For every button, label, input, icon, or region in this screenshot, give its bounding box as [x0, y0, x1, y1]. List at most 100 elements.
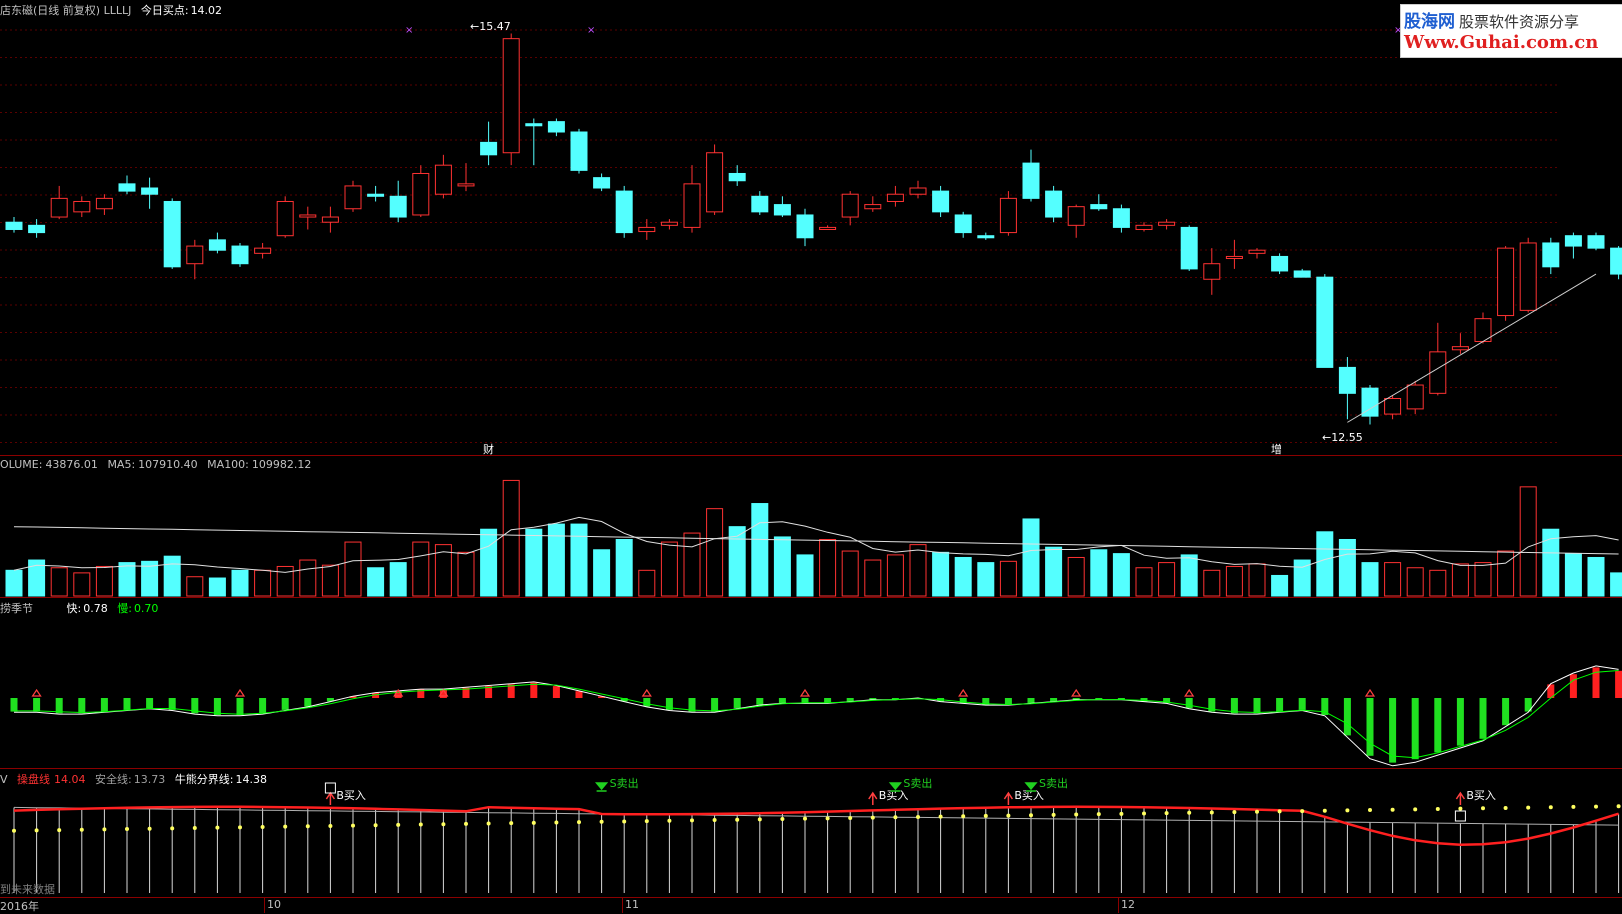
bull-bear-dot: [599, 819, 604, 824]
season-bar: [1502, 698, 1510, 726]
bull-bear-dot: [961, 814, 966, 819]
candle-body: [1158, 221, 1176, 226]
candle-body: [638, 226, 656, 233]
season-bar: [259, 698, 267, 714]
volume-bar: [1519, 486, 1537, 597]
bull-bear-dot: [848, 815, 853, 820]
season-bar: [733, 698, 741, 709]
season-bar: [1389, 698, 1397, 763]
bull-bear-dot: [870, 815, 875, 820]
bull-bear-dot: [780, 817, 785, 822]
bull-bear-dot: [373, 823, 378, 828]
volume-bar: [841, 550, 859, 597]
volume-bar: [1361, 562, 1379, 597]
volume-bar: [5, 569, 23, 597]
candle-body: [50, 197, 68, 218]
top-x-marker: ×: [587, 25, 595, 36]
bull-bear-dot: [1526, 805, 1531, 810]
volume-bar: [547, 523, 565, 597]
bull-bear-dot: [916, 814, 920, 819]
season-bar: [236, 698, 244, 715]
volume-bar: [1542, 528, 1560, 597]
volume-bar: [118, 562, 136, 597]
season-bar: [575, 691, 583, 698]
bull-bear-dot: [1277, 809, 1282, 814]
season-bar: [1343, 698, 1351, 736]
pane-divider: [0, 897, 1622, 898]
candle-body: [1610, 247, 1622, 275]
candle-body: [1429, 351, 1447, 394]
bull-bear-dot: [554, 820, 559, 825]
season-bar: [1456, 698, 1464, 746]
candle-body: [728, 172, 746, 182]
bull-bear-dot: [57, 828, 62, 833]
volume-bar: [1610, 572, 1622, 597]
volume-bar: [1451, 563, 1469, 597]
bull-bear-dot: [1074, 812, 1079, 817]
bull-bear-dot: [1435, 807, 1440, 811]
volume-bar: [1248, 563, 1266, 597]
buy-arrow-icon: [325, 791, 336, 805]
season-bar: [1276, 698, 1284, 712]
candle-body: [321, 216, 339, 223]
candle-body: [5, 221, 23, 230]
bull-bear-dot: [983, 813, 988, 818]
season-bar: [756, 698, 764, 705]
candle-body: [615, 190, 633, 234]
candle-body: [751, 195, 769, 213]
season-chart[interactable]: [0, 598, 1622, 768]
volume-chart[interactable]: [0, 456, 1622, 597]
candle-body: [231, 245, 249, 265]
bull-bear-dot: [893, 815, 898, 820]
bull-bear-dot: [418, 822, 423, 827]
volume-bar: [886, 554, 904, 597]
volume-bar: [1112, 553, 1130, 597]
candlestick-pane[interactable]: 店东磁(日线 前复权) LLLLJ 今日买点: 14.02 × × × ←15.47 …: [0, 0, 1622, 456]
candlestick-chart[interactable]: × × ×: [0, 0, 1622, 455]
season-bar: [100, 698, 108, 712]
season-bar: [1050, 698, 1058, 702]
volume-pane[interactable]: OLUME: 43876.01 MA5: 107910.40 MA100: 10998…: [0, 456, 1622, 597]
season-bar: [643, 698, 651, 707]
bull-bear-dot: [1051, 812, 1056, 817]
trade-chart[interactable]: B买入S卖出B买入S卖出B买入S卖出B买入: [0, 769, 1622, 897]
bull-bear-dot: [712, 818, 717, 823]
bull-bear-dot: [305, 824, 310, 829]
season-bar: [1027, 698, 1035, 704]
bull-bear-dot: [938, 814, 943, 819]
candle-body: [977, 235, 995, 239]
volume-bar: [864, 559, 882, 597]
signal-box: [324, 782, 336, 794]
volume-bar: [1587, 556, 1605, 597]
volume-bar: [1067, 556, 1085, 597]
volume-bar: [1271, 574, 1289, 597]
sell-signal-label: S卖出: [1039, 776, 1068, 790]
bull-bear-dot: [1096, 812, 1101, 817]
bull-bear-dot: [1368, 808, 1372, 813]
ma100-line: [13, 526, 1619, 555]
candle-body: [457, 183, 475, 187]
candle-body: [1225, 255, 1243, 260]
trade-pane[interactable]: V 操盘线 14.04 安全线: 13.73 牛熊分界线: 14.38 B买入 S卖出 B…: [0, 769, 1622, 897]
watermark-line1: 股海网 股票软件资源分享: [1404, 7, 1579, 32]
high-price-label: ←15.47: [470, 20, 511, 33]
season-pane[interactable]: 捞季节 快: 0.78 慢: 0.70: [0, 598, 1622, 768]
volume-bar: [50, 567, 68, 597]
season-bar: [146, 698, 154, 709]
season-bar: [78, 698, 86, 714]
bull-bear-dot: [1481, 806, 1485, 811]
season-bar: [33, 698, 41, 712]
candle-body: [841, 193, 859, 218]
high-price-value: 15.47: [479, 20, 511, 33]
season-up-arrow: [1364, 688, 1376, 697]
candle-body: [1587, 235, 1605, 249]
bull-bear-dot: [1571, 804, 1576, 809]
bull-bear-dot: [1142, 811, 1146, 816]
top-x-marker: ×: [405, 25, 413, 36]
candle-body: [434, 164, 452, 195]
sell-signal-label: S卖出: [610, 776, 639, 790]
volume-bar: [1045, 546, 1063, 597]
season-bar: [1615, 670, 1622, 698]
volume-bar: [1316, 531, 1334, 597]
volume-bar: [977, 562, 995, 597]
